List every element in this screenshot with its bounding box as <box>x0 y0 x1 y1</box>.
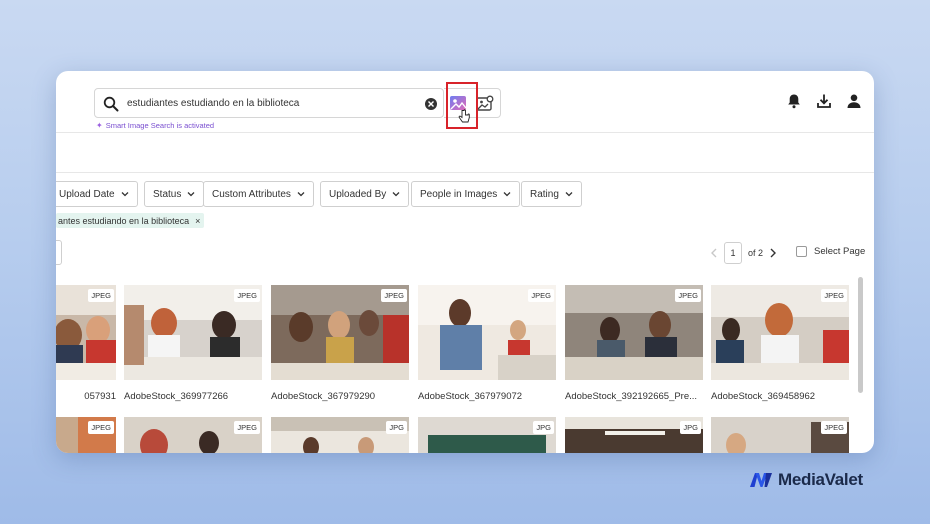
select-page-checkbox[interactable] <box>796 246 807 257</box>
asset-name: 057931 <box>84 391 116 402</box>
hand-cursor-icon <box>457 109 471 125</box>
asset-thumbnail[interactable]: JPEG <box>124 285 262 380</box>
filter-label: Uploaded By <box>329 188 387 200</box>
file-type-badge: JPEG <box>88 289 114 302</box>
sparkle-icon: ✦ <box>96 121 103 130</box>
filter-custom-attributes[interactable]: Custom Attributes <box>203 181 314 207</box>
page-number-input[interactable]: 1 <box>724 242 742 264</box>
file-type-badge: JPG <box>680 421 701 434</box>
asset-grid: JPEG 057931 JPEG AdobeStock_369977266 JP… <box>56 285 856 453</box>
smart-search-note: ✦ Smart Image Search is activated <box>96 121 214 130</box>
select-page-label: Select Page <box>814 246 866 257</box>
filter-rating[interactable]: Rating <box>521 181 582 207</box>
chevron-down-icon <box>565 192 573 197</box>
asset-name: AdobeStock_367979290 <box>271 391 376 402</box>
asset-name: AdobeStock_392192665_Pre... <box>565 391 698 402</box>
filter-status[interactable]: Status <box>144 181 205 207</box>
asset-card[interactable]: JPEG <box>124 417 262 453</box>
brand-logo: MediaValet <box>749 470 863 490</box>
search-box[interactable] <box>94 88 444 118</box>
select-page[interactable]: Select Page <box>796 246 865 257</box>
file-type-badge: JPG <box>386 421 407 434</box>
app-window: ✦ Smart Image Search is activated Upload… <box>56 71 874 453</box>
filter-label: Status <box>153 188 182 200</box>
secondary-bar <box>56 133 874 173</box>
asset-name: AdobeStock_369977266 <box>124 391 229 402</box>
search-input[interactable] <box>127 93 417 113</box>
user-account-icon[interactable] <box>846 93 862 109</box>
filter-label: People in Images <box>420 188 498 200</box>
clear-search-icon[interactable] <box>425 98 437 110</box>
file-type-badge: JPEG <box>381 289 407 302</box>
asset-card[interactable]: JPG <box>271 417 409 453</box>
page-total: of 2 <box>748 248 764 258</box>
file-type-badge: JPEG <box>821 289 847 302</box>
file-type-badge: JPG <box>533 421 554 434</box>
prev-page-icon[interactable] <box>710 248 718 258</box>
asset-card[interactable]: JPG <box>565 417 703 453</box>
asset-thumbnail[interactable]: JPEG <box>418 285 556 380</box>
asset-name: AdobeStock_367979072 <box>418 391 523 402</box>
file-type-badge: JPEG <box>821 421 847 434</box>
filter-label: Upload Date <box>59 188 115 200</box>
chip-label: antes estudiando en la biblioteca <box>58 215 190 226</box>
next-page-icon[interactable] <box>769 248 777 258</box>
file-type-badge: JPEG <box>528 289 554 302</box>
search-icon <box>103 96 119 112</box>
grid-scrollbar[interactable] <box>858 277 863 393</box>
filter-upload-date[interactable]: Upload Date <box>56 181 138 207</box>
pagination: 1 of 2 <box>710 242 777 264</box>
bell-icon[interactable] <box>786 93 802 109</box>
chevron-down-icon <box>503 192 511 197</box>
asset-name: AdobeStock_369458962 <box>711 391 816 402</box>
file-type-badge: JPEG <box>88 421 114 434</box>
remove-chip-icon[interactable]: × <box>195 216 200 226</box>
filter-uploaded-by[interactable]: Uploaded By <box>320 181 410 207</box>
file-type-badge: JPEG <box>234 289 260 302</box>
file-type-badge: JPEG <box>675 289 701 302</box>
view-toggle-button[interactable] <box>56 240 62 265</box>
asset-card[interactable]: JPG <box>418 417 556 453</box>
chevron-down-icon <box>392 192 400 197</box>
filter-label: Custom Attributes <box>212 188 291 200</box>
active-search-chip: antes estudiando en la biblioteca × <box>56 213 205 228</box>
mediavalet-logo-icon <box>750 473 772 487</box>
filter-people-in-images[interactable]: People in Images <box>411 181 521 207</box>
asset-thumbnail[interactable]: JPEG <box>565 285 703 380</box>
current-page: 1 <box>730 248 736 258</box>
asset-card[interactable]: JPEG <box>711 417 849 453</box>
asset-card[interactable]: JPEG <box>56 417 116 453</box>
chevron-down-icon <box>297 192 305 197</box>
chevron-down-icon <box>187 192 195 197</box>
smart-search-note-text: Smart Image Search is activated <box>105 121 215 130</box>
asset-thumbnail[interactable]: JPEG <box>271 285 409 380</box>
file-type-badge: JPEG <box>234 421 260 434</box>
top-actions <box>786 93 862 109</box>
download-icon[interactable] <box>816 93 832 109</box>
top-bar: ✦ Smart Image Search is activated <box>56 71 874 133</box>
brand-name: MediaValet <box>778 470 863 489</box>
chevron-down-icon <box>121 192 129 197</box>
asset-thumbnail[interactable]: JPEG <box>711 285 849 380</box>
asset-thumbnail[interactable]: JPEG <box>56 285 116 380</box>
filter-label: Rating <box>530 188 559 200</box>
